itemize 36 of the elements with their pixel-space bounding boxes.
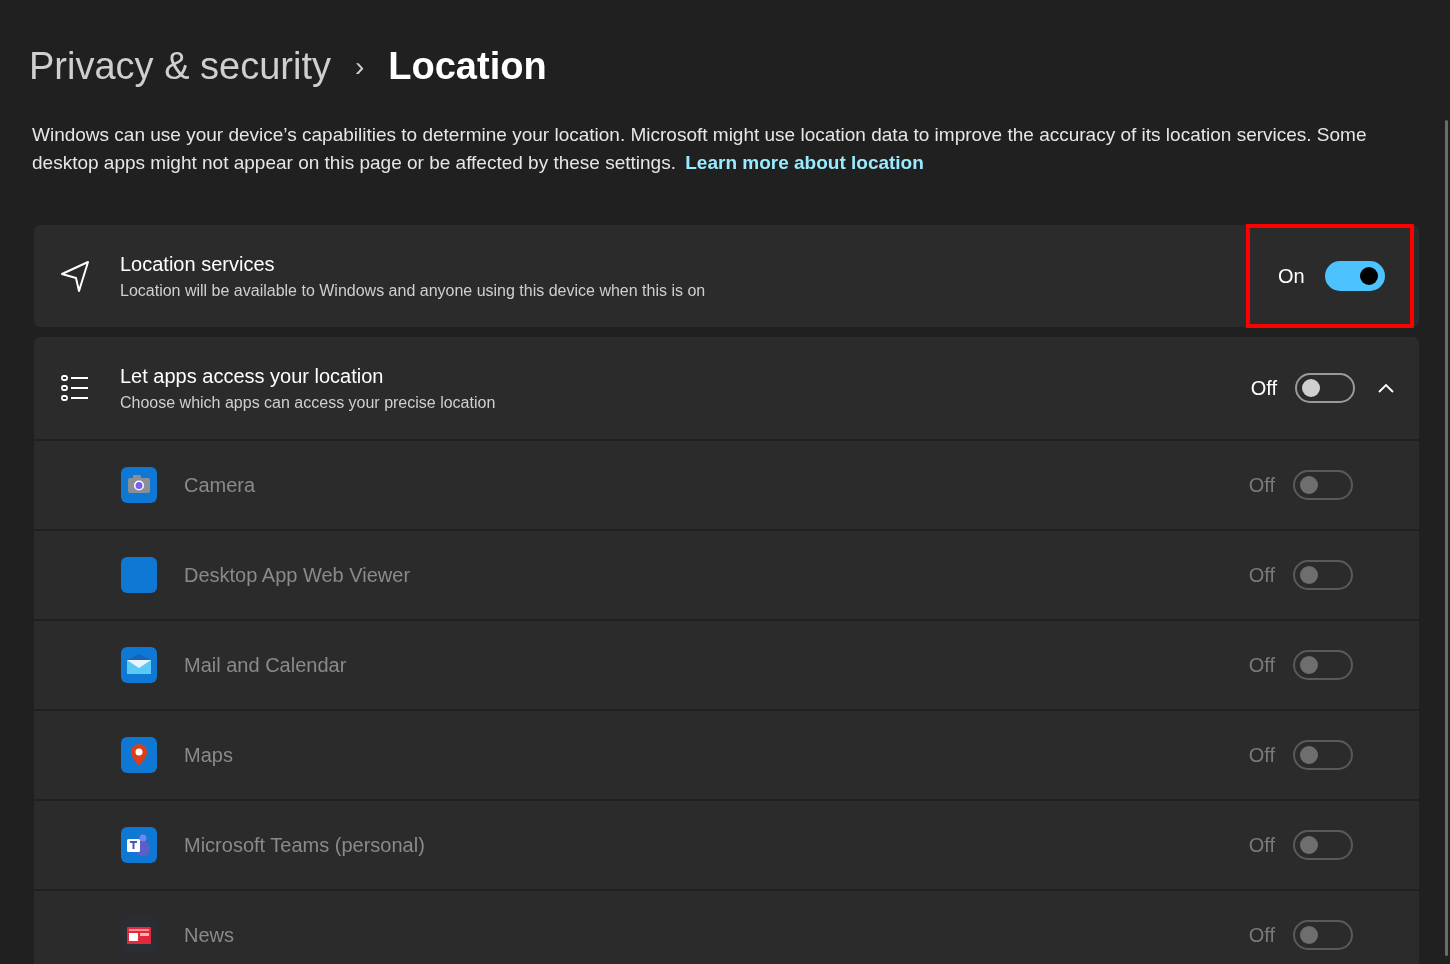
- toggle-state-label: On: [1278, 264, 1305, 289]
- toggle-state-label: Off: [1248, 743, 1275, 768]
- toggle-state-label: Off: [1248, 653, 1275, 678]
- toggle-state-label: Off: [1248, 833, 1275, 858]
- app-name: Maps: [184, 743, 234, 768]
- newspaper-icon: [121, 917, 157, 953]
- breadcrumb-separator: ›: [353, 49, 366, 84]
- app-name: Camera: [184, 473, 257, 498]
- toggle-state-label: Off: [1248, 923, 1275, 948]
- app-name: Desktop App Web Viewer: [184, 563, 412, 588]
- setting-title: Location services: [120, 252, 276, 277]
- app-icon: [121, 557, 157, 593]
- setting-subtitle: Choose which apps can access your precise location: [120, 393, 497, 413]
- toggle-state-label: Off: [1248, 473, 1275, 498]
- toggle-state-label: Off: [1250, 376, 1277, 401]
- camera-icon: [121, 467, 157, 503]
- setting-card[interactable]: Let apps access your location Choose which apps can access your precise location Off: [34, 337, 1419, 439]
- app-name: News: [184, 923, 235, 948]
- learn-more-link[interactable]: Learn more about location: [685, 152, 924, 173]
- chevron-up-icon[interactable]: [1377, 382, 1395, 394]
- map-pin-icon: [121, 737, 157, 773]
- app-name: Microsoft Teams (personal): [184, 833, 426, 858]
- toggle-switch[interactable]: [1295, 373, 1355, 403]
- list-icon: [60, 373, 90, 403]
- description-text: Windows can use your device’s capabilities to determine your location. Microsoft might use location data to improve the accuracy of its location services. Some desktop apps might not appear on this page or be affected by these settings. Learn more about location: [32, 123, 1368, 175]
- navigation-arrow-icon: [60, 259, 90, 293]
- teams-app-icon: [121, 827, 157, 863]
- app-name: Mail and Calendar: [184, 653, 348, 678]
- setting-title: Let apps access your location: [120, 364, 385, 389]
- breadcrumb-parent[interactable]: Privacy & security: [29, 38, 331, 95]
- toggle-state-label: Off: [1248, 563, 1275, 588]
- scrollbar[interactable]: [1445, 120, 1448, 956]
- envelope-icon: [121, 647, 157, 683]
- toggle-switch[interactable]: [1324, 261, 1385, 291]
- setting-subtitle: Location will be available to Windows and anyone using this device when this is on: [120, 281, 707, 301]
- page-title: Location: [388, 44, 547, 89]
